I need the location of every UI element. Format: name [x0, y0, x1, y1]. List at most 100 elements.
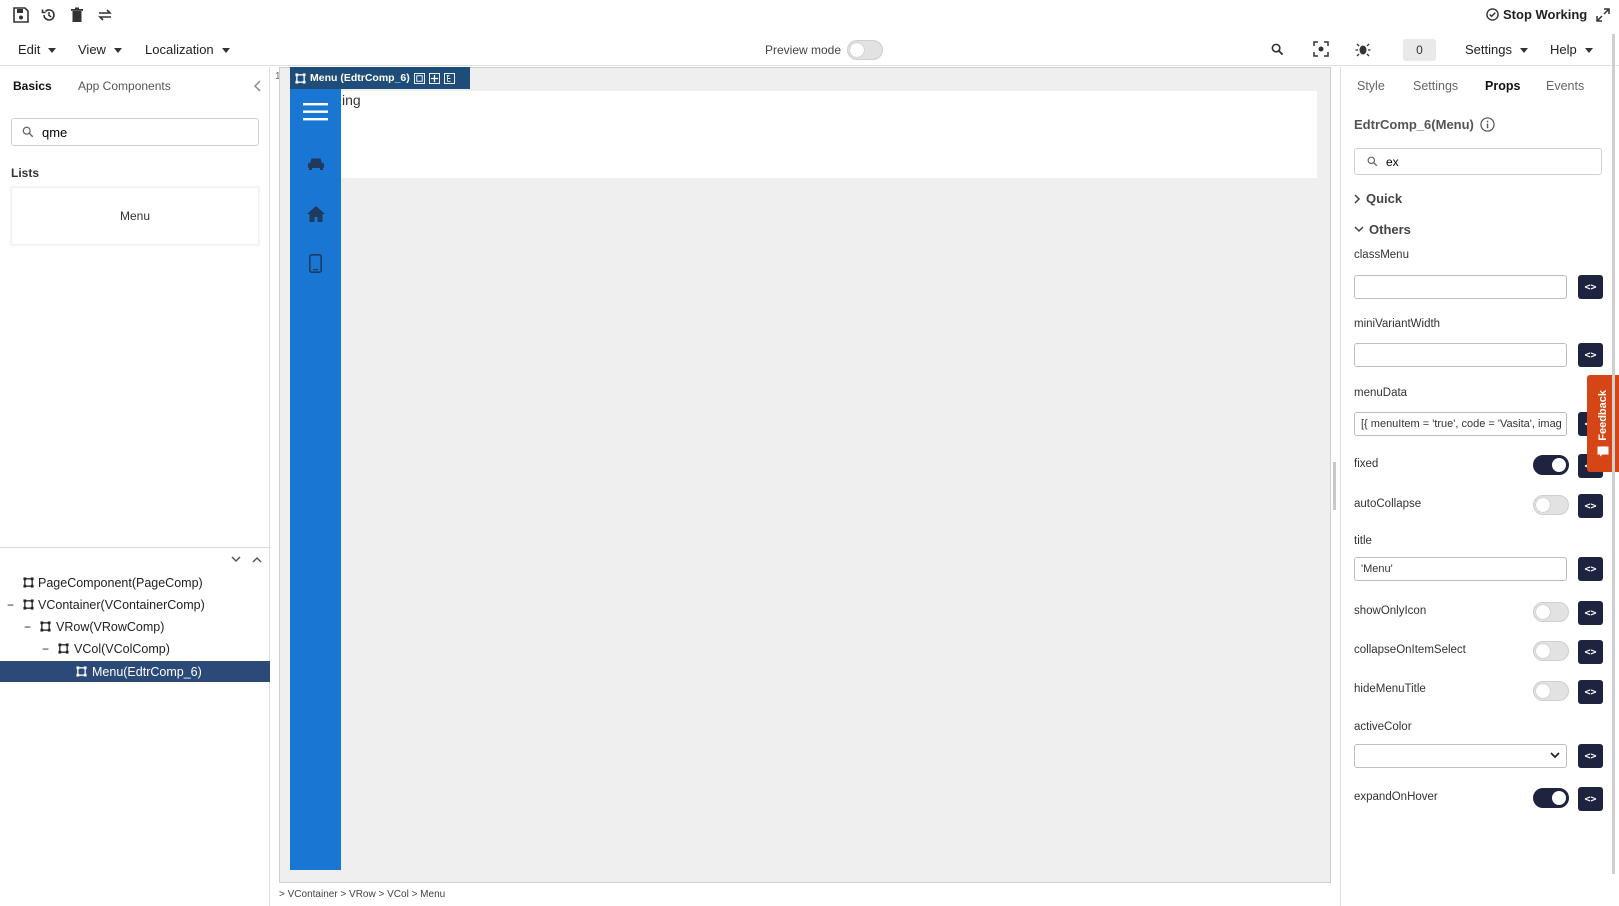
prop-toggle-autocollapse[interactable] [1533, 495, 1569, 515]
chevron-up-icon[interactable] [252, 556, 262, 563]
tree-row-vrow[interactable]: − VRow(VRowComp) [0, 616, 270, 637]
left-panel: Basics App Components Lists Menu PageCom… [0, 67, 270, 906]
page-scrollbar[interactable] [1612, 34, 1615, 874]
tab-style[interactable]: Style [1357, 79, 1385, 93]
tab-settings[interactable]: Settings [1413, 79, 1458, 93]
component-icon [40, 621, 51, 632]
tree-row-label: VCol(VColComp) [74, 641, 170, 656]
preview-mode-toggle[interactable] [847, 40, 883, 60]
menu-component-card[interactable]: Menu [11, 187, 259, 245]
menu-settings-label: Settings [1465, 42, 1512, 57]
tree-select-icon[interactable] [443, 72, 455, 84]
chevron-down-icon[interactable] [231, 556, 241, 563]
menu-view[interactable]: View [78, 42, 122, 57]
tree-collapse-toggle[interactable]: − [7, 598, 14, 612]
code-button[interactable]: <> [1578, 787, 1603, 811]
stop-working-label: Stop Working [1503, 6, 1588, 22]
menu-help[interactable]: Help [1550, 42, 1593, 57]
info-icon[interactable] [1480, 117, 1495, 132]
move-icon[interactable] [428, 72, 440, 84]
history-icon[interactable] [38, 4, 60, 26]
section-others-label: Others [1369, 222, 1411, 237]
collapse-panel-icon[interactable] [254, 80, 262, 92]
fullscreen-icon[interactable] [1592, 4, 1614, 26]
tab-events[interactable]: Events [1546, 79, 1584, 93]
section-others[interactable]: Others [1354, 222, 1411, 237]
home-icon[interactable] [307, 206, 325, 222]
prop-toggle-fixed[interactable] [1533, 455, 1569, 475]
notification-count[interactable]: 0 [1403, 39, 1436, 61]
tree-row-vcol[interactable]: − VCol(VColComp) [0, 638, 270, 659]
prop-input-classmenu[interactable] [1354, 275, 1567, 299]
code-button[interactable]: <> [1578, 744, 1603, 768]
tree-row-page-component[interactable]: PageComponent(PageComp) [0, 572, 270, 593]
props-search-input[interactable] [1386, 154, 1586, 169]
component-icon [58, 643, 69, 654]
menu-settings[interactable]: Settings [1465, 42, 1528, 57]
code-button[interactable]: <> [1578, 494, 1603, 518]
prop-label-menudata: menuData [1354, 387, 1408, 399]
menu-bar: Edit View Localization Preview mode 0 Se… [0, 34, 1619, 66]
menu-localization-label: Localization [145, 42, 214, 57]
feedback-label: Feedback [1597, 389, 1609, 441]
design-canvas[interactable] [279, 67, 1331, 883]
tab-app-components[interactable]: App Components [78, 79, 171, 93]
chevron-down-icon [1354, 226, 1364, 233]
code-button[interactable]: <> [1578, 343, 1603, 367]
feedback-icon [1597, 446, 1609, 457]
prop-input-minivariantwidth[interactable] [1354, 343, 1567, 367]
tree-row-menu[interactable]: Menu(EdtrComp_6) [0, 661, 270, 682]
copy-icon[interactable] [413, 72, 425, 84]
code-button[interactable]: <> [1578, 640, 1603, 664]
tab-basics[interactable]: Basics [13, 79, 52, 93]
prop-input-title[interactable]: 'Menu' [1354, 557, 1567, 581]
menu-help-label: Help [1550, 42, 1577, 57]
tree-row-label: VContainer(VContainerComp) [38, 597, 205, 612]
canvas-content-area[interactable] [341, 91, 1317, 178]
tree-collapse-toggle[interactable]: − [42, 642, 49, 656]
code-button[interactable]: <> [1578, 601, 1603, 625]
prop-label-fixed: fixed [1354, 458, 1379, 470]
hamburger-menu-icon[interactable] [303, 103, 328, 121]
menu-sidebar-preview[interactable] [290, 89, 341, 870]
stop-working-button[interactable]: Stop Working [1486, 4, 1587, 24]
menu-edit[interactable]: Edit [18, 42, 57, 57]
panel-resize-handle[interactable] [1333, 462, 1336, 510]
tab-props[interactable]: Props [1485, 79, 1520, 93]
component-icon [295, 72, 306, 84]
search-icon [1367, 156, 1378, 167]
component-icon [23, 577, 34, 588]
tree-row-vcontainer[interactable]: − VContainer(VContainerComp) [0, 594, 270, 615]
prop-toggle-collapseonitemselect[interactable] [1533, 641, 1569, 661]
menu-view-label: View [78, 42, 106, 57]
caret-down-icon [1584, 48, 1593, 53]
prop-select-activecolor[interactable] [1354, 744, 1567, 768]
code-button[interactable]: <> [1578, 557, 1603, 581]
caret-down-icon [221, 48, 230, 53]
tree-collapse-toggle[interactable]: − [24, 620, 31, 634]
phone-icon[interactable] [309, 254, 322, 273]
prop-toggle-showonlyicon[interactable] [1533, 602, 1569, 622]
prop-toggle-hidemenutitle[interactable] [1533, 681, 1569, 701]
lists-heading: Lists [11, 166, 40, 180]
section-quick[interactable]: Quick [1354, 191, 1402, 206]
tree-row-label: PageComponent(PageComp) [38, 575, 203, 590]
menu-localization[interactable]: Localization [145, 42, 230, 57]
prop-label-autocollapse: autoCollapse [1354, 498, 1422, 510]
code-button[interactable]: <> [1578, 680, 1603, 704]
bug-icon[interactable] [1352, 38, 1374, 60]
panel-divider [0, 547, 270, 548]
swap-icon[interactable] [94, 4, 116, 26]
save-icon[interactable] [10, 4, 32, 26]
code-button[interactable]: <> [1578, 275, 1603, 299]
delete-icon[interactable] [66, 4, 88, 26]
section-quick-label: Quick [1366, 191, 1403, 206]
component-search-input[interactable] [42, 124, 232, 140]
caret-down-icon [113, 48, 122, 53]
search-icon[interactable] [1266, 38, 1288, 60]
selected-component-header: Menu (EdtrComp_6) [290, 67, 470, 89]
capture-icon[interactable] [1310, 38, 1332, 60]
car-icon[interactable] [307, 157, 325, 171]
prop-input-menudata[interactable]: [{ menuItem = 'true', code = 'Vasita', i… [1354, 412, 1567, 436]
prop-toggle-expandonhover[interactable] [1533, 788, 1569, 808]
